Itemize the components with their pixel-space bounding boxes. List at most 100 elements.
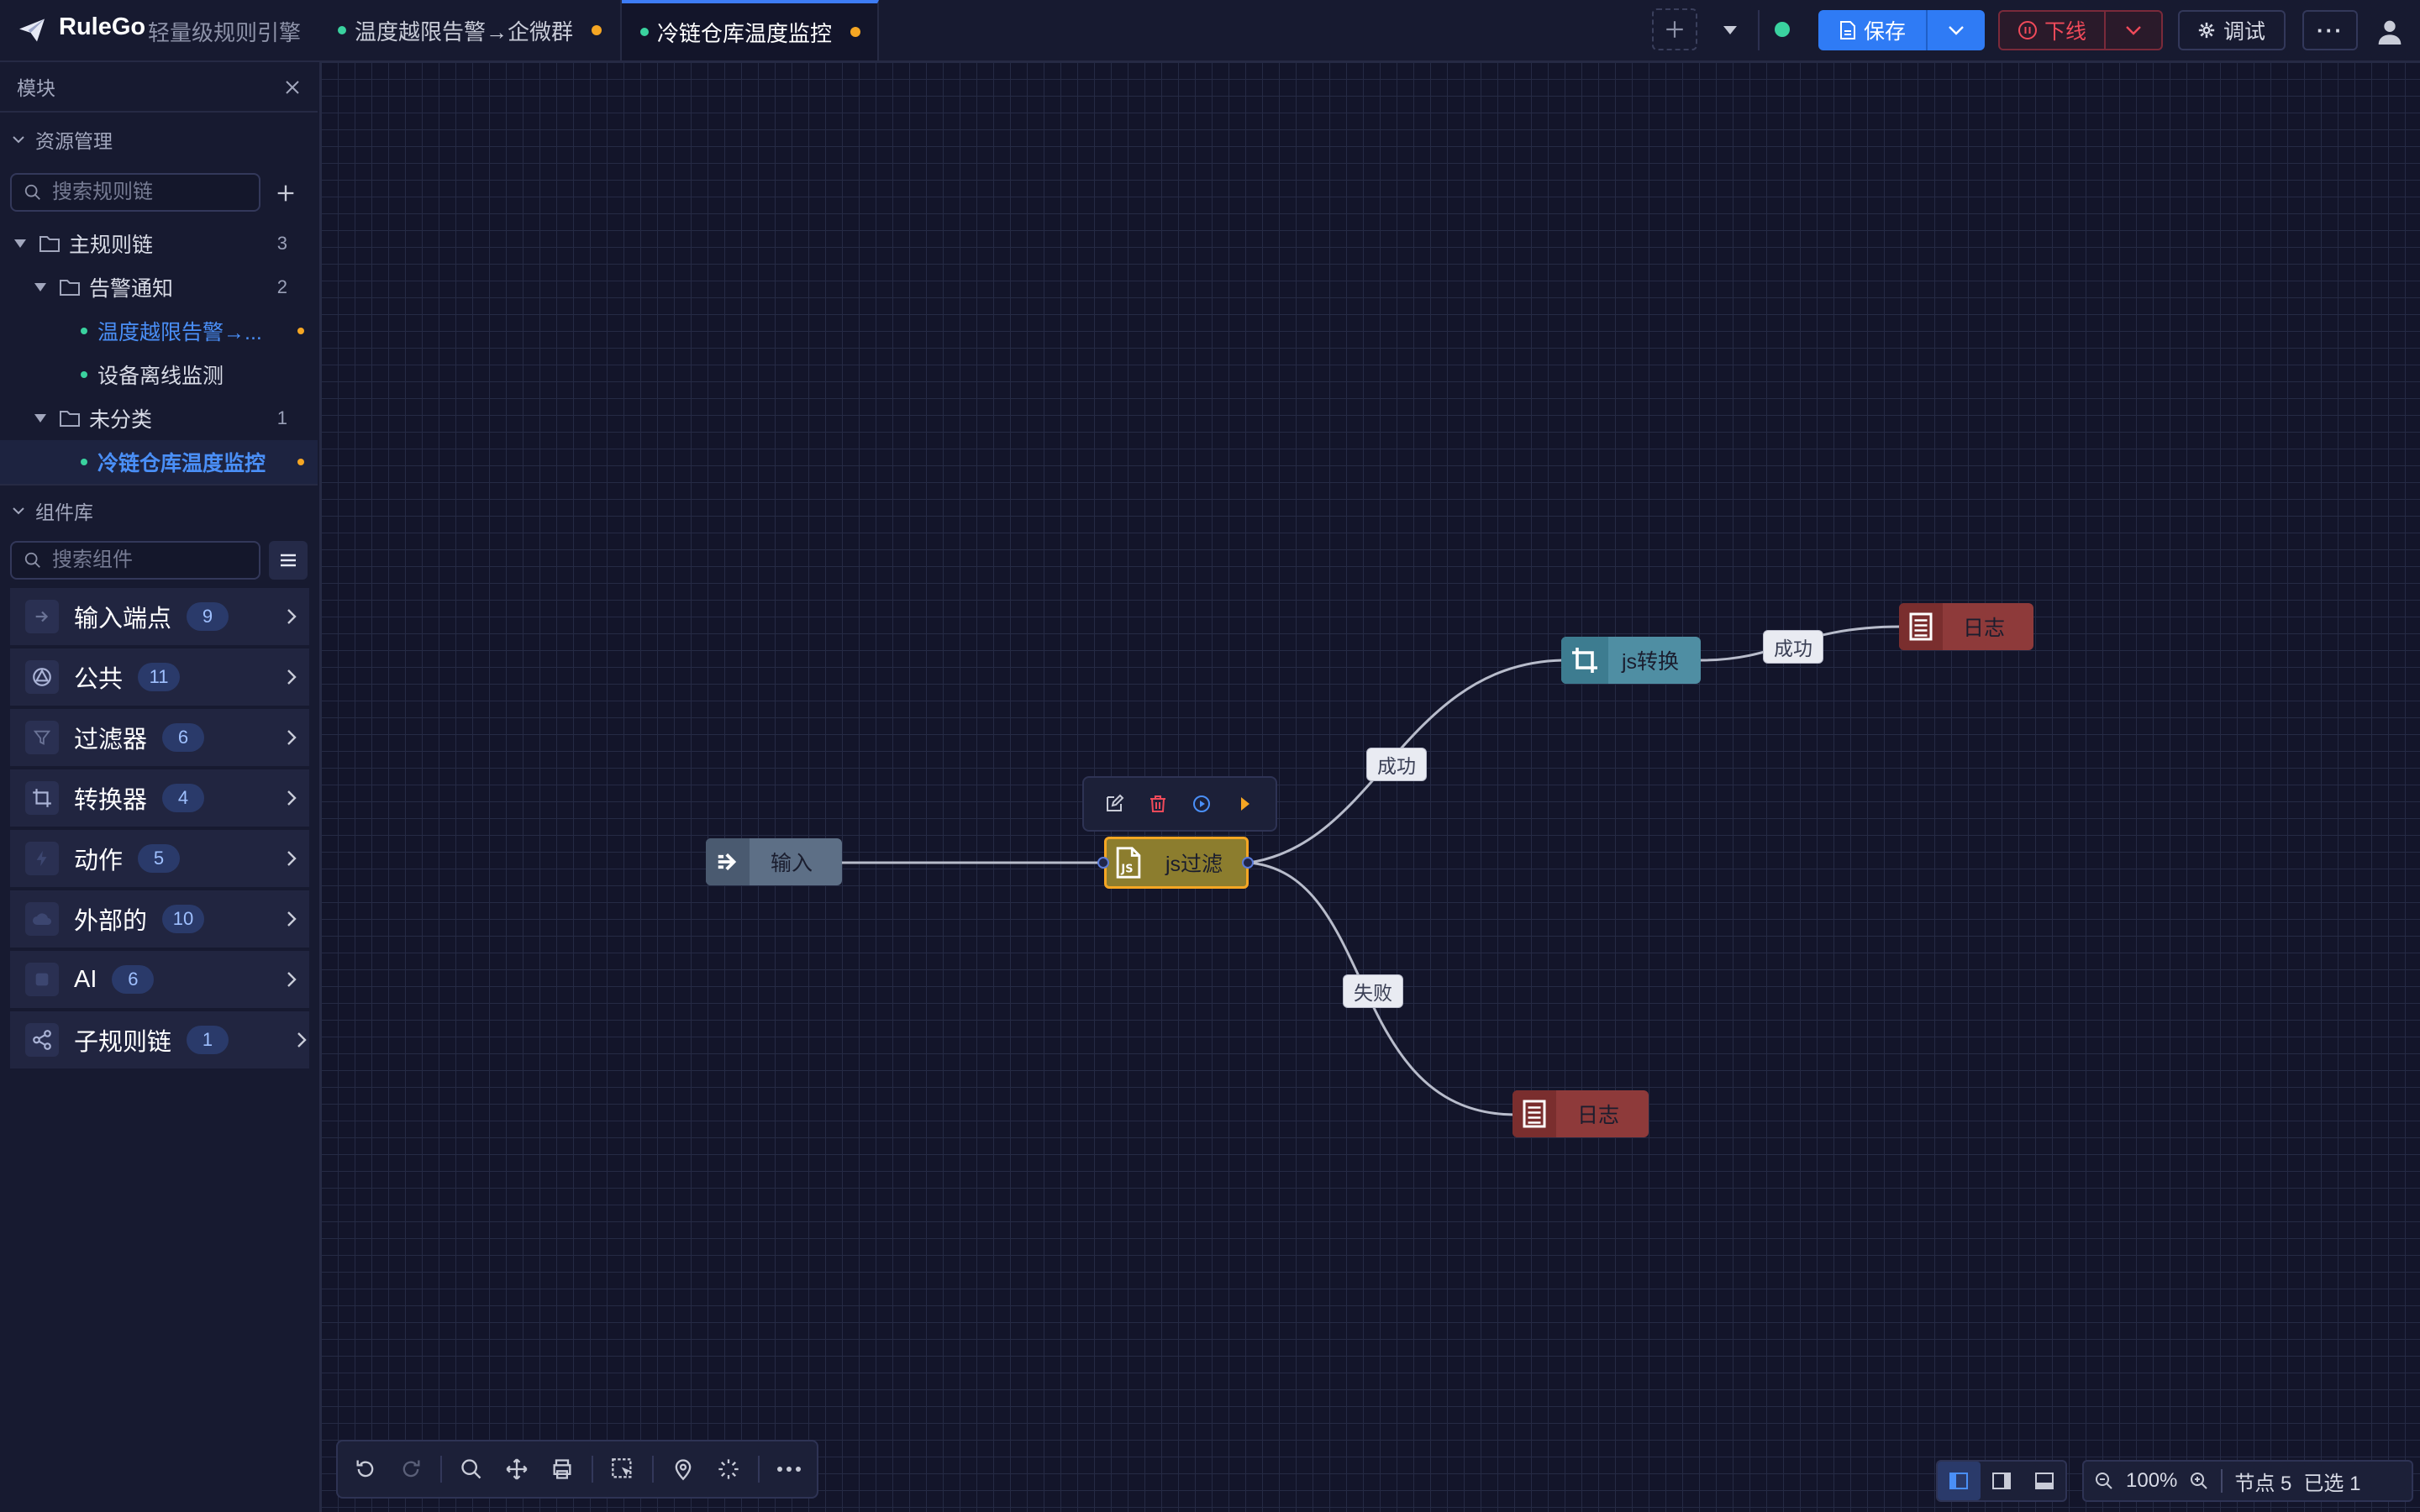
count-badge: 1 bbox=[187, 1026, 229, 1054]
zoom-out-icon[interactable] bbox=[2094, 1471, 2114, 1491]
log-document-icon bbox=[1512, 1090, 1556, 1137]
toolbar-divider bbox=[652, 1456, 654, 1483]
offline-button[interactable]: 下线 bbox=[1998, 10, 2106, 50]
save-options-button[interactable] bbox=[1926, 10, 1985, 50]
pan-button[interactable] bbox=[501, 1452, 533, 1486]
tab-menu-button[interactable] bbox=[1714, 13, 1746, 47]
more-button[interactable]: ··· bbox=[2302, 10, 2358, 50]
chain-search-input[interactable] bbox=[50, 180, 247, 205]
edit-node-button[interactable] bbox=[1100, 790, 1128, 818]
sidebar-title-text: 模块 bbox=[17, 77, 55, 99]
library-item-name: 公共 bbox=[74, 666, 124, 693]
filter-icon bbox=[25, 721, 59, 754]
tree-chain-cold-chain[interactable]: 冷链仓库温度监控 bbox=[0, 440, 318, 484]
auto-layout-button[interactable] bbox=[713, 1452, 744, 1486]
rule-chain-canvas[interactable] bbox=[321, 62, 2420, 1512]
js-file-icon: JS bbox=[1107, 839, 1150, 886]
tree-chain-temperature-alert[interactable]: 温度越限告警→... bbox=[0, 309, 318, 353]
output-port[interactable] bbox=[1242, 857, 1254, 869]
undo-button[interactable] bbox=[350, 1452, 381, 1486]
input-port[interactable] bbox=[1097, 857, 1109, 869]
chevron-down-icon bbox=[1949, 26, 1964, 35]
list-view-button[interactable] bbox=[269, 541, 308, 580]
online-status-dot bbox=[640, 28, 649, 36]
right-panel-toggle[interactable] bbox=[1981, 1462, 2023, 1500]
tree-count: 3 bbox=[276, 233, 287, 254]
node-log-failure[interactable]: 日志 bbox=[1512, 1090, 1649, 1137]
chevron-right-icon bbox=[287, 790, 297, 806]
debug-button[interactable]: 调试 bbox=[2178, 10, 2286, 50]
resources-section-header[interactable]: 资源管理 bbox=[0, 114, 318, 165]
node-log-success[interactable]: 日志 bbox=[1899, 603, 2033, 650]
library-item-common[interactable]: 公共 11 bbox=[10, 648, 309, 707]
zoom-in-icon[interactable] bbox=[2189, 1471, 2209, 1491]
redo-icon bbox=[402, 1460, 420, 1478]
delete-node-button[interactable] bbox=[1144, 790, 1172, 818]
close-icon[interactable] bbox=[282, 77, 302, 97]
print-button[interactable] bbox=[546, 1452, 578, 1486]
edge-label-transform-success[interactable]: 成功 bbox=[1763, 630, 1823, 664]
search-node-button[interactable] bbox=[455, 1452, 487, 1486]
chevron-down-icon bbox=[2126, 26, 2141, 35]
select-button[interactable] bbox=[607, 1452, 639, 1486]
magic-wand-icon bbox=[718, 1459, 739, 1479]
document-save-icon bbox=[1839, 21, 1855, 39]
tree-count: 2 bbox=[276, 276, 287, 297]
tree-label: 告警通知 bbox=[89, 277, 174, 301]
edge-label-filter-success[interactable]: 成功 bbox=[1366, 748, 1427, 781]
sidebar-left-icon bbox=[1949, 1473, 1969, 1489]
chevron-right-icon bbox=[287, 609, 297, 624]
library-section-header[interactable]: 组件库 bbox=[0, 484, 318, 536]
save-button[interactable]: 保存 bbox=[1818, 10, 1926, 50]
user-icon[interactable] bbox=[2373, 15, 2407, 49]
tab-temperature-alert[interactable]: 温度越限告警→企微群 bbox=[319, 0, 622, 60]
location-pin-icon bbox=[675, 1459, 692, 1481]
library-item-name: 子规则链 bbox=[74, 1029, 172, 1056]
chain-search-box[interactable] bbox=[10, 173, 260, 212]
chevron-right-icon bbox=[287, 669, 297, 685]
node-js-transform[interactable]: js转换 bbox=[1561, 637, 1701, 684]
component-search-box[interactable] bbox=[10, 541, 260, 580]
offline-options-button[interactable] bbox=[2104, 10, 2163, 50]
tree-chain-device-offline[interactable]: 设备离线监测 bbox=[0, 353, 318, 396]
add-tab-button[interactable] bbox=[1652, 8, 1697, 50]
bottom-panel-toggle[interactable] bbox=[2023, 1462, 2065, 1500]
redo-button[interactable] bbox=[395, 1452, 427, 1486]
select-pointer-icon bbox=[612, 1458, 632, 1478]
library-item-transform[interactable]: 转换器 4 bbox=[10, 769, 309, 828]
count-badge: 4 bbox=[162, 784, 205, 812]
tree-folder-alerts[interactable]: 告警通知 2 bbox=[0, 265, 318, 309]
component-search-input[interactable] bbox=[50, 548, 247, 573]
tab-label: 冷链仓库温度监控 bbox=[657, 20, 833, 46]
node-input[interactable]: 输入 bbox=[706, 838, 842, 885]
tree-folder-main[interactable]: 主规则链 3 bbox=[0, 222, 318, 265]
chevron-right-icon bbox=[287, 730, 297, 745]
transform-icon bbox=[25, 781, 59, 815]
expand-node-button[interactable] bbox=[1231, 790, 1260, 818]
library-item-filter[interactable]: 过滤器 6 bbox=[10, 709, 309, 768]
node-js-filter[interactable]: JS js过滤 bbox=[1104, 837, 1249, 889]
library-item-ai[interactable]: AI 6 bbox=[10, 951, 309, 1010]
library-item-external[interactable]: 外部的 10 bbox=[10, 890, 309, 949]
gear-icon bbox=[2198, 22, 2215, 39]
pause-circle-icon bbox=[2018, 21, 2037, 39]
left-panel-toggle[interactable] bbox=[1938, 1462, 1981, 1500]
node-label: js转换 bbox=[1621, 650, 1680, 674]
library-item-sub-chain[interactable]: 子规则链 1 bbox=[10, 1011, 309, 1070]
edge-label-filter-failure[interactable]: 失败 bbox=[1343, 974, 1403, 1008]
add-chain-icon[interactable] bbox=[274, 181, 297, 205]
more-tools-button[interactable] bbox=[773, 1452, 805, 1486]
run-node-button[interactable] bbox=[1187, 790, 1216, 818]
unsaved-dot bbox=[592, 25, 602, 35]
zoom-level: 100% bbox=[2126, 1469, 2178, 1492]
folder-icon bbox=[60, 280, 80, 296]
panel-layout-switch bbox=[1936, 1460, 2067, 1502]
tab-cold-chain-monitor[interactable]: 冷链仓库温度监控 bbox=[622, 0, 879, 60]
tree-folder-uncategorized[interactable]: 未分类 1 bbox=[0, 396, 318, 440]
sidebar: 模块 资源管理 主规则链 3 告警通知 2 温度越限告警→... 设备离线监测 … bbox=[0, 62, 321, 1512]
unsaved-dot bbox=[297, 328, 304, 334]
library-item-action[interactable]: 动作 5 bbox=[10, 830, 309, 889]
library-item-input-endpoint[interactable]: 输入端点 9 bbox=[10, 588, 309, 647]
chevron-right-icon bbox=[287, 972, 297, 987]
locate-button[interactable] bbox=[667, 1452, 699, 1486]
